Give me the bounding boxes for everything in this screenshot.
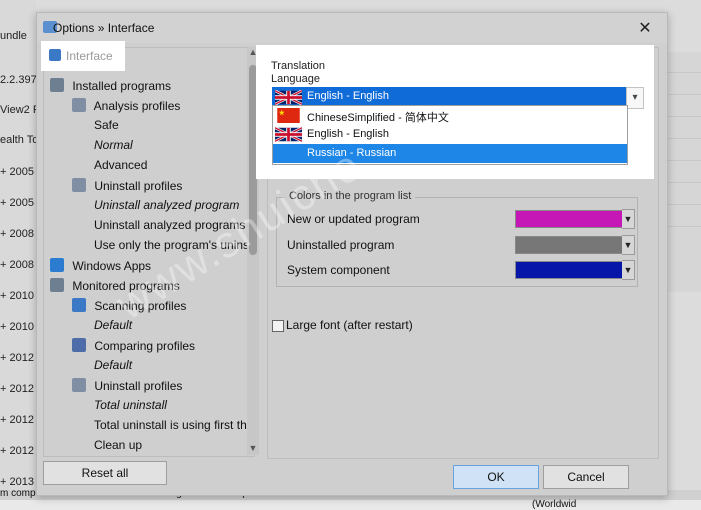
scanning-profiles-icon <box>72 298 86 312</box>
bg-left-row: + 2013 I <box>0 476 41 488</box>
language-option-chinese[interactable]: ChineseSimplified - 简体中文 <box>273 106 627 125</box>
uk-flag-icon <box>275 127 302 142</box>
background-left-column: undle 2.2.397 View2 F ealth To + 2005 I … <box>0 0 40 500</box>
reset-all-button[interactable]: Reset all <box>43 461 167 485</box>
installed-programs-icon <box>50 78 64 92</box>
tree-item-label: Analysis profiles <box>93 99 181 113</box>
language-option-label: English - English <box>307 128 389 140</box>
bg-left-row: + 2012 I <box>0 414 41 426</box>
tree-item-uninstall-profiles-2[interactable]: Uninstall profiles <box>72 378 182 393</box>
bg-left-row: + 2012 I <box>0 383 41 395</box>
large-font-checkbox[interactable] <box>272 320 284 332</box>
chevron-down-icon[interactable]: ▼ <box>622 235 635 255</box>
windows-apps-icon <box>50 258 64 272</box>
bg-left-row: ealth To <box>0 134 39 146</box>
tree-item-total-uninstall-first[interactable]: Total uninstall is using first the ... <box>94 418 254 432</box>
bg-left-row: + 2012 I <box>0 445 41 457</box>
tree-item-normal[interactable]: Normal <box>94 138 133 152</box>
tree-item-label: Uninstall profiles <box>94 379 183 393</box>
bg-left-row: + 2012 I <box>0 352 41 364</box>
comparing-profiles-icon <box>72 338 86 352</box>
bg-left-row: + 2010 <box>0 290 34 302</box>
monitored-programs-icon <box>50 278 64 292</box>
scroll-down-arrow-icon[interactable]: ▼ <box>247 443 259 455</box>
tree-item-label: Uninstall profiles <box>94 179 183 193</box>
uninstall-profiles-icon <box>72 378 86 392</box>
analysis-profiles-icon <box>72 98 86 112</box>
system-component-label: System component <box>287 263 390 277</box>
tree-item-label: Comparing profiles <box>94 339 196 353</box>
language-option-english[interactable]: English - English <box>273 125 627 144</box>
system-component-color[interactable] <box>515 261 623 279</box>
tree-item-total-uninstall[interactable]: Total uninstall <box>94 398 167 412</box>
cancel-button[interactable]: Cancel <box>543 465 629 489</box>
bg-left-row: 2.2.397 <box>0 74 37 86</box>
interface-highlight-label: Interface <box>66 49 113 63</box>
tree-item-label: Installed programs <box>72 79 172 93</box>
tree-item-scanning-default[interactable]: Default <box>94 318 132 332</box>
interface-highlight: Interface <box>41 41 125 71</box>
bg-left-row: View2 F <box>0 104 40 116</box>
tree-item-comparing-default[interactable]: Default <box>94 358 132 372</box>
interface-icon <box>49 49 61 61</box>
bg-left-row: + 2005 I <box>0 166 41 178</box>
language-label: Language <box>271 73 320 85</box>
china-flag-icon <box>275 108 302 123</box>
language-combobox[interactable]: English - English ▾ <box>272 87 644 109</box>
tree-item-analysis-profiles[interactable]: Analysis profiles <box>72 98 180 113</box>
close-button[interactable]: ✕ <box>635 19 655 39</box>
tree-item-comparing-profiles[interactable]: Comparing profiles <box>72 338 195 353</box>
language-selected-text: English - English <box>307 90 389 102</box>
tree-item-uninstall-profiles[interactable]: Uninstall profiles <box>72 178 182 193</box>
tree-item-clean-up[interactable]: Clean up <box>94 438 142 452</box>
uninstall-profiles-icon <box>72 178 86 192</box>
bg-left-row: + 2008 I <box>0 259 41 271</box>
uninstalled-program-color[interactable] <box>515 236 623 254</box>
language-option-label: ChineseSimplified - 简体中文 <box>307 112 449 124</box>
translation-title: Translation <box>271 60 326 72</box>
uk-flag-icon <box>275 90 302 105</box>
bg-left-row: + 2008 I <box>0 228 41 240</box>
tree-item-advanced[interactable]: Advanced <box>94 158 147 172</box>
new-updated-program-color[interactable] <box>515 210 623 228</box>
bg-left-row: + 2010 <box>0 321 34 333</box>
ok-button[interactable]: OK <box>453 465 539 489</box>
tree-item-uninstall-analyzed-program[interactable]: Uninstall analyzed program <box>94 198 239 212</box>
bg-left-row: + 2005 I <box>0 197 41 209</box>
colors-group: Colors in the program list New or update… <box>276 190 638 287</box>
dialog-title: Options » Interface <box>53 21 155 35</box>
tree-item-installed-programs[interactable]: Installed programs <box>50 78 171 93</box>
chevron-down-icon[interactable]: ▼ <box>622 260 635 280</box>
chevron-down-icon[interactable]: ▾ <box>626 87 644 109</box>
uninstalled-program-label: Uninstalled program <box>287 238 395 252</box>
chevron-down-icon[interactable]: ▼ <box>622 209 635 229</box>
bg-left-row: undle <box>0 30 27 42</box>
large-font-label: Large font (after restart) <box>286 318 413 332</box>
tree-item-safe[interactable]: Safe <box>94 118 119 132</box>
dialog-titlebar: Options » Interface ✕ <box>37 13 667 43</box>
